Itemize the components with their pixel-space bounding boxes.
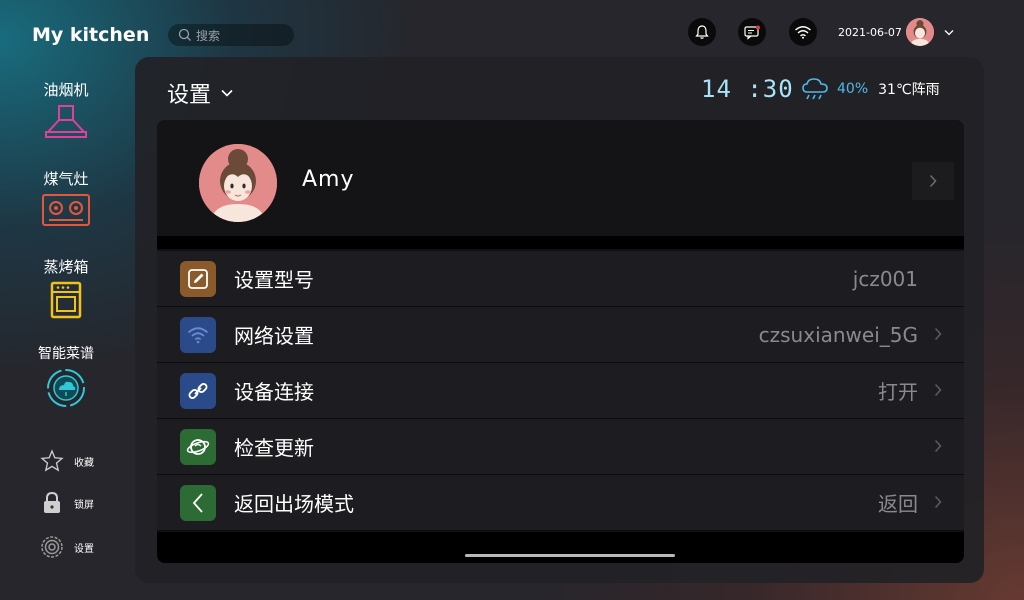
profile-row[interactable]: Amy — [157, 120, 964, 236]
search-icon — [178, 28, 191, 41]
page-title: 设置 — [167, 83, 212, 108]
chevron-down-icon — [221, 89, 233, 97]
sidebar-item-gas-stove[interactable]: 煤气灶 — [26, 168, 106, 231]
settings-row-label: 网络设置 — [234, 324, 314, 348]
sidebar-item-label: 智能菜谱 — [38, 346, 94, 362]
sidebar-item-label: 煤气灶 — [43, 170, 89, 188]
smart-recipe-icon — [47, 369, 85, 407]
settings-row-value: 返回 — [878, 492, 918, 516]
update-icon-box — [180, 429, 216, 465]
chevron-right-icon — [929, 174, 937, 188]
sidebar-item-label: 收藏 — [74, 457, 94, 469]
avatar-illustration-icon — [906, 18, 934, 46]
panel-title-dropdown[interactable]: 设置 — [167, 77, 233, 109]
settings-row-device-connect[interactable]: 设备连接 打开 — [157, 363, 964, 419]
settings-row-label: 设置型号 — [234, 268, 314, 292]
chevron-right-icon — [934, 327, 942, 341]
gas-stove-icon — [42, 194, 90, 226]
wifi-status-button[interactable] — [789, 18, 817, 46]
oven-icon — [50, 281, 82, 319]
lock-icon — [44, 491, 60, 513]
sidebar-item-lock-screen[interactable]: 锁屏 — [40, 491, 94, 515]
sidebar-item-label: 设置 — [74, 543, 94, 555]
settings-row-value: czsuxianwei_5G — [758, 322, 918, 347]
gear-icon — [41, 536, 63, 558]
chevron-right-icon — [934, 495, 942, 509]
settings-list: 设置型号 jcz001 网络设置 czsuxianwei_5G 设备连接 打开 … — [157, 251, 964, 531]
message-button[interactable] — [738, 18, 766, 46]
chevron-right-icon — [934, 439, 942, 453]
header-date: 2021-06-07 — [838, 26, 902, 39]
sidebar-item-smart-recipe[interactable]: 智能菜谱 — [26, 343, 106, 413]
sidebar-item-label: 锁屏 — [74, 499, 94, 511]
chevron-down-icon[interactable] — [944, 29, 954, 36]
divider — [157, 236, 964, 249]
user-avatar[interactable] — [906, 18, 934, 46]
wifi-icon — [187, 327, 209, 344]
settings-row-label: 返回出场模式 — [234, 492, 354, 516]
clock: 14 :30 — [701, 75, 794, 103]
message-icon — [744, 25, 760, 40]
wifi-icon — [795, 26, 811, 39]
profile-open-button[interactable] — [912, 162, 954, 200]
sidebar-item-oven[interactable]: 蒸烤箱 — [26, 256, 106, 323]
app-brand: My kitchen — [32, 24, 150, 46]
star-icon — [40, 449, 64, 472]
chevron-right-icon — [934, 383, 942, 397]
card-footer — [157, 532, 964, 563]
range-hood-icon — [45, 105, 87, 138]
edit-icon — [188, 269, 208, 289]
sidebar-item-favorites[interactable]: 收藏 — [40, 449, 94, 473]
settings-row-value: 打开 — [878, 380, 918, 404]
edit-icon-box — [180, 261, 216, 297]
notification-button[interactable] — [688, 18, 716, 46]
update-icon — [186, 439, 210, 455]
settings-row-check-update[interactable]: 检查更新 — [157, 419, 964, 475]
back-icon-box — [180, 485, 216, 521]
home-indicator[interactable] — [465, 554, 675, 557]
back-icon — [192, 493, 203, 513]
bell-icon — [695, 25, 709, 39]
avatar — [199, 144, 277, 222]
weather-desc: 31℃阵雨 — [878, 82, 940, 98]
humidity-value: 40% — [837, 81, 869, 97]
settings-row-value: jcz001 — [852, 266, 918, 291]
sidebar-item-range-hood[interactable]: 油烟机 — [26, 79, 106, 144]
settings-row-factory-reset[interactable]: 返回出场模式 返回 — [157, 475, 964, 531]
search-input[interactable]: 搜索 — [168, 24, 294, 46]
rain-cloud-icon — [802, 78, 828, 100]
link-icon — [188, 383, 208, 399]
settings-card: Amy 设置型号 jcz001 网络设置 czsuxianwei_5G 设备连接… — [157, 120, 964, 563]
settings-row-model[interactable]: 设置型号 jcz001 — [157, 251, 964, 307]
sidebar-item-settings[interactable]: 设置 — [40, 535, 94, 559]
settings-row-label: 检查更新 — [234, 436, 314, 460]
search-placeholder: 搜索 — [196, 28, 221, 43]
sidebar-item-label: 蒸烤箱 — [43, 258, 89, 276]
wifi-icon-box — [180, 317, 216, 353]
sidebar-item-label: 油烟机 — [43, 81, 89, 99]
link-icon-box — [180, 373, 216, 409]
settings-row-network[interactable]: 网络设置 czsuxianwei_5G — [157, 307, 964, 363]
settings-row-label: 设备连接 — [234, 380, 314, 404]
avatar-illustration-icon — [199, 144, 277, 222]
settings-panel: 设置 14 :30 40% 31℃阵雨 Amy 设置型号 jcz001 网络设置… — [135, 57, 984, 583]
weather-widget: 40% 31℃阵雨 — [801, 77, 940, 101]
profile-name: Amy — [302, 167, 355, 192]
